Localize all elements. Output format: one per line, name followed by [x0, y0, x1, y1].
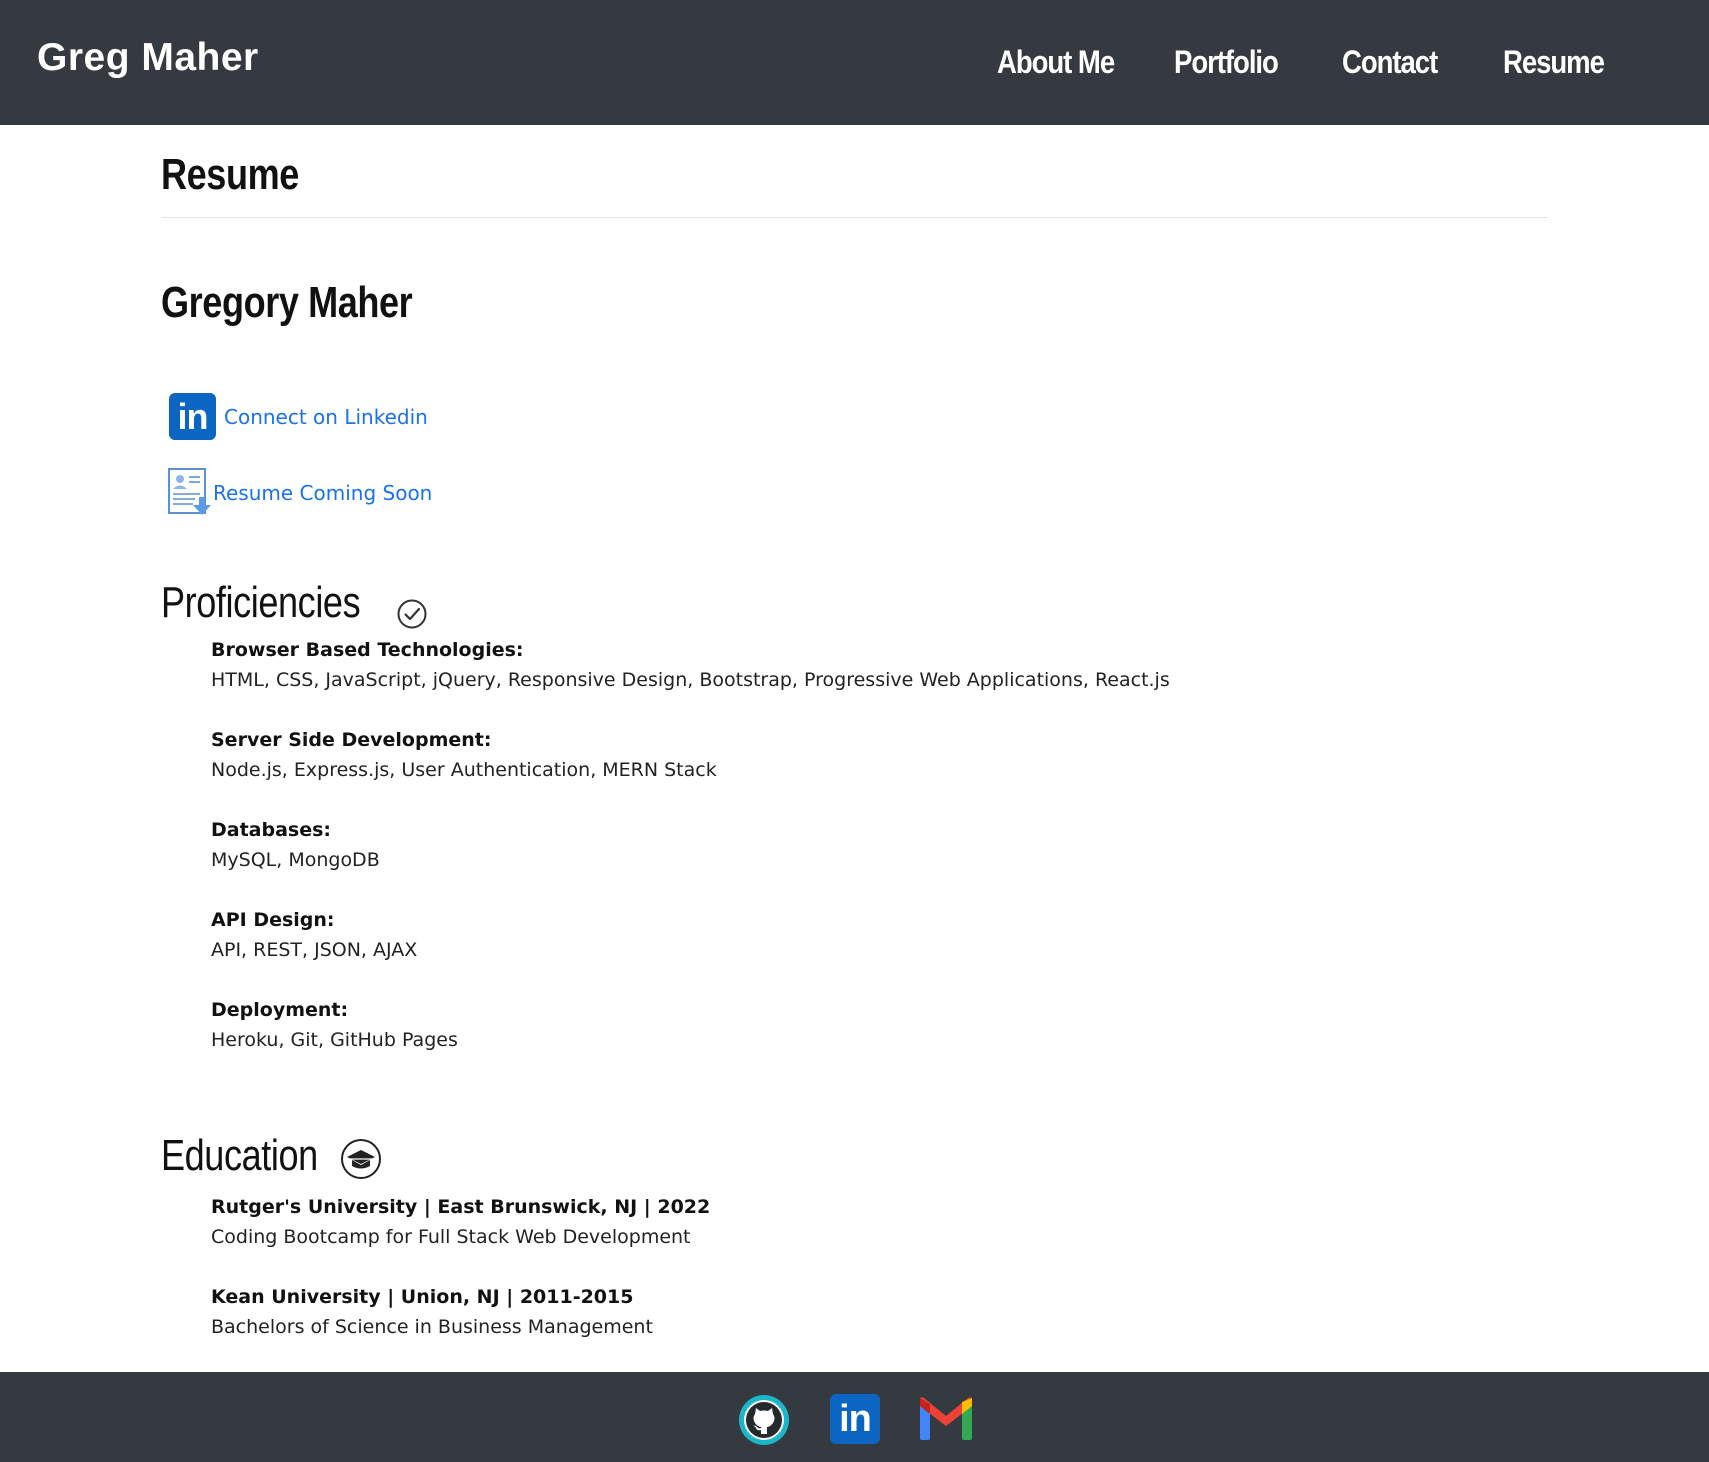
proficiencies-title: Proficiencies: [161, 578, 361, 627]
proficiency-skills: MySQL, MongoDB: [211, 849, 380, 871]
proficiency-item: Server Side Development: Node.js, Expres…: [211, 729, 717, 781]
proficiency-category: Server Side Development:: [211, 729, 492, 751]
proficiency-item: Browser Based Technologies: HTML, CSS, J…: [211, 639, 1170, 691]
proficiency-category: Databases:: [211, 819, 332, 841]
linkedin-icon: in: [830, 1394, 880, 1444]
proficiency-category: API Design:: [211, 909, 335, 931]
main-nav: About Me Portfolio Contact Resume: [0, 44, 1709, 84]
graduation-cap-icon: [340, 1138, 382, 1180]
person-name: Gregory Maher: [161, 278, 413, 327]
proficiency-category: Deployment:: [211, 999, 349, 1021]
education-item: Kean University | Union, NJ | 2011-2015 …: [211, 1286, 653, 1338]
proficiency-category: Browser Based Technologies:: [211, 639, 524, 661]
resume-download-label: Resume Coming Soon: [213, 481, 433, 505]
title-divider: [161, 217, 1548, 218]
education-degree: Coding Bootcamp for Full Stack Web Devel…: [211, 1226, 691, 1248]
education-school: Rutger's University | East Brunswick, NJ…: [211, 1196, 711, 1218]
linkedin-icon: in: [169, 393, 216, 440]
proficiency-skills: API, REST, JSON, AJAX: [211, 939, 418, 961]
education-title: Education: [161, 1131, 318, 1180]
nav-link-contact[interactable]: Contact: [1342, 44, 1438, 81]
github-icon: [738, 1395, 790, 1450]
proficiency-item: API Design: API, REST, JSON, AJAX: [211, 909, 417, 961]
resume-document-icon: [167, 467, 213, 519]
top-navbar: Greg Maher About Me Portfolio Contact Re…: [0, 0, 1709, 125]
nav-link-resume[interactable]: Resume: [1503, 44, 1605, 81]
proficiency-skills: Node.js, Express.js, User Authentication…: [211, 759, 717, 781]
proficiency-item: Deployment: Heroku, Git, GitHub Pages: [211, 999, 458, 1051]
footer-github-link[interactable]: [738, 1394, 790, 1446]
education-degree: Bachelors of Science in Business Managem…: [211, 1316, 653, 1338]
proficiencies-heading: Proficiencies: [161, 578, 428, 629]
linkedin-connect-link[interactable]: in Connect on Linkedin: [169, 393, 428, 440]
footer-linkedin-link[interactable]: in: [830, 1394, 882, 1446]
resume-download-link[interactable]: Resume Coming Soon: [167, 467, 432, 519]
proficiency-item: Databases: MySQL, MongoDB: [211, 819, 380, 871]
footer-gmail-link[interactable]: [918, 1394, 972, 1446]
gmail-icon: [918, 1397, 974, 1450]
nav-link-about-me[interactable]: About Me: [997, 44, 1115, 81]
nav-link-portfolio[interactable]: Portfolio: [1174, 44, 1279, 81]
proficiency-skills: Heroku, Git, GitHub Pages: [211, 1029, 458, 1051]
education-item: Rutger's University | East Brunswick, NJ…: [211, 1196, 710, 1248]
footer: in: [0, 1372, 1709, 1462]
page-title: Resume: [161, 150, 299, 199]
linkedin-connect-label: Connect on Linkedin: [224, 404, 428, 429]
proficiency-skills: HTML, CSS, JavaScript, jQuery, Responsiv…: [211, 669, 1170, 691]
check-circle-icon: [396, 591, 428, 629]
education-heading: Education: [161, 1131, 382, 1181]
education-school: Kean University | Union, NJ | 2011-2015: [211, 1286, 634, 1308]
